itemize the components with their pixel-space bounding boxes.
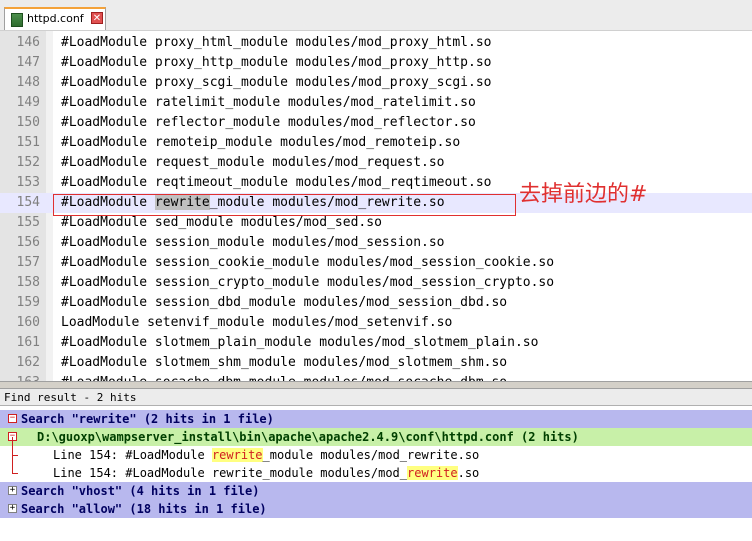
line-text: #LoadModule sed_module modules/mod_sed.s… bbox=[61, 215, 382, 230]
code-line[interactable]: 151 #LoadModule remoteip_module modules/m… bbox=[0, 133, 752, 153]
collapse-icon[interactable]: − bbox=[8, 414, 17, 423]
find-result-panel[interactable]: − Search "rewrite" (2 hits in 1 file) − D:\… bbox=[0, 406, 752, 541]
tree-connector bbox=[12, 473, 18, 474]
result-pre: Line 154: #LoadModule bbox=[53, 448, 212, 462]
panel-splitter[interactable] bbox=[0, 381, 752, 389]
code-line[interactable]: 155 #LoadModule sed_module modules/mod_se… bbox=[0, 213, 752, 233]
line-number: 147 bbox=[16, 55, 40, 70]
line-text: LoadModule setenvif_module modules/mod_s… bbox=[61, 315, 453, 330]
line-number: 162 bbox=[16, 355, 40, 370]
result-post: _module modules/mod_rewrite.so bbox=[262, 448, 480, 462]
code-line[interactable]: 158 #LoadModule session_crypto_module mod… bbox=[0, 273, 752, 293]
code-line[interactable]: 163 #LoadModule socache_dbm_module module… bbox=[0, 373, 752, 381]
tab-httpd-conf[interactable]: httpd.conf ✕ bbox=[4, 7, 106, 30]
line-number: 157 bbox=[16, 255, 40, 270]
code-line[interactable]: 146 #LoadModule proxy_html_module modules… bbox=[0, 33, 752, 53]
line-text: #LoadModule session_module modules/mod_s… bbox=[61, 235, 445, 250]
result-match: rewrite bbox=[407, 466, 458, 480]
tree-line bbox=[12, 437, 13, 473]
code-line[interactable]: 159 #LoadModule session_dbd_module module… bbox=[0, 293, 752, 313]
line-text: #LoadModule ratelimit_module modules/mod… bbox=[61, 95, 476, 110]
file-row[interactable]: − D:\guoxp\wampserver_install\bin\apache\… bbox=[0, 428, 752, 446]
line-text: #LoadModule session_cookie_module module… bbox=[61, 255, 555, 270]
line-number: 156 bbox=[16, 235, 40, 250]
line-number: 149 bbox=[16, 95, 40, 110]
result-row[interactable]: Line 154: #LoadModule rewrite_module mod… bbox=[0, 464, 752, 482]
line-text: #LoadModule slotmem_shm_module modules/m… bbox=[61, 355, 508, 370]
line-text: #LoadModule proxy_http_module modules/mo… bbox=[61, 55, 492, 70]
line-number: 159 bbox=[16, 295, 40, 310]
search-group-row[interactable]: + Search "allow" (18 hits in 1 file) bbox=[0, 500, 752, 518]
code-line[interactable]: 157 #LoadModule session_cookie_module mod… bbox=[0, 253, 752, 273]
line-text: #LoadModule remoteip_module modules/mod_… bbox=[61, 135, 461, 150]
line-number: 154 bbox=[16, 195, 40, 210]
expand-icon[interactable]: + bbox=[8, 504, 17, 513]
result-match: rewrite bbox=[211, 448, 263, 462]
result-post: .so bbox=[457, 466, 480, 480]
line-number: 163 bbox=[0, 373, 40, 381]
annotation-text: 去掉前边的# bbox=[519, 182, 648, 207]
line-number: 155 bbox=[16, 215, 40, 230]
expand-icon[interactable]: + bbox=[8, 486, 17, 495]
line-number: 153 bbox=[16, 175, 40, 190]
line-text: #LoadModule reflector_module modules/mod… bbox=[61, 115, 476, 130]
line-text: #LoadModule proxy_html_module modules/mo… bbox=[61, 35, 492, 50]
line-number: 160 bbox=[16, 315, 40, 330]
search-label: Search "vhost" (4 hits in 1 file) bbox=[21, 484, 260, 498]
search-group-row[interactable]: + Search "vhost" (4 hits in 1 file) bbox=[0, 482, 752, 500]
highlight-box bbox=[53, 194, 516, 216]
find-result-header: Find result - 2 hits bbox=[0, 389, 752, 406]
code-line[interactable]: 161 #LoadModule slotmem_plain_module modu… bbox=[0, 333, 752, 353]
line-number: 150 bbox=[16, 115, 40, 130]
file-icon bbox=[11, 13, 23, 27]
result-text: Line 154: #LoadModule rewrite_module mod… bbox=[53, 464, 479, 482]
search-group-row[interactable]: − Search "rewrite" (2 hits in 1 file) bbox=[0, 410, 752, 428]
line-number: 148 bbox=[16, 75, 40, 90]
code-line[interactable]: 150 #LoadModule reflector_module modules/… bbox=[0, 113, 752, 133]
file-path: D:\guoxp\wampserver_install\bin\apache\a… bbox=[37, 430, 579, 444]
tab-bar: httpd.conf ✕ bbox=[0, 0, 752, 31]
code-line[interactable]: 160 LoadModule setenvif_module modules/mo… bbox=[0, 313, 752, 333]
line-number: 152 bbox=[16, 155, 40, 170]
line-number: 161 bbox=[16, 335, 40, 350]
code-line[interactable]: 152 #LoadModule request_module modules/mo… bbox=[0, 153, 752, 173]
code-line[interactable]: 147 #LoadModule proxy_http_module modules… bbox=[0, 53, 752, 73]
line-text: #LoadModule session_dbd_module modules/m… bbox=[61, 295, 508, 310]
result-row[interactable]: Line 154: #LoadModule rewrite_module mod… bbox=[0, 446, 752, 464]
line-text: #LoadModule session_crypto_module module… bbox=[61, 275, 555, 290]
line-text: #LoadModule socache_dbm_module modules/m… bbox=[61, 373, 507, 381]
line-number: 151 bbox=[16, 135, 40, 150]
close-icon[interactable]: ✕ bbox=[91, 12, 103, 24]
line-number: 158 bbox=[16, 275, 40, 290]
line-text: #LoadModule request_module modules/mod_r… bbox=[61, 155, 445, 170]
code-line[interactable]: 162 #LoadModule slotmem_shm_module module… bbox=[0, 353, 752, 373]
tab-label: httpd.conf bbox=[27, 12, 84, 25]
search-label: Search "allow" (18 hits in 1 file) bbox=[21, 502, 267, 516]
result-pre: Line 154: #LoadModule rewrite_module mod… bbox=[53, 466, 408, 480]
code-line[interactable]: 148 #LoadModule proxy_scgi_module modules… bbox=[0, 73, 752, 93]
result-text: Line 154: #LoadModule rewrite_module mod… bbox=[53, 446, 479, 464]
search-label: Search "rewrite" (2 hits in 1 file) bbox=[21, 412, 274, 426]
line-text: #LoadModule slotmem_plain_module modules… bbox=[61, 335, 539, 350]
code-line[interactable]: 156 #LoadModule session_module modules/mo… bbox=[0, 233, 752, 253]
line-text: #LoadModule proxy_scgi_module modules/mo… bbox=[61, 75, 492, 90]
line-text: #LoadModule reqtimeout_module modules/mo… bbox=[61, 175, 492, 190]
code-line[interactable]: 149 #LoadModule ratelimit_module modules/… bbox=[0, 93, 752, 113]
line-number: 146 bbox=[16, 35, 40, 50]
